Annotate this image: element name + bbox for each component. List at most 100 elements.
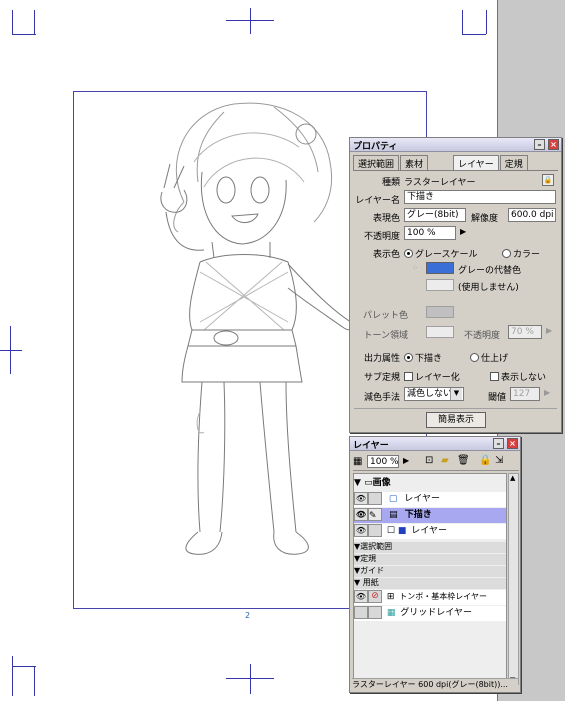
arrow-right-icon[interactable]: ▶ <box>403 456 409 465</box>
layers-toolbar: ▦ 100 % ▶ ⊡ ▰ 🗑 🔒 ⇲ <box>353 454 519 471</box>
layer-type-icon: ▢ <box>388 494 398 504</box>
output-finish-radio[interactable]: 仕上げ <box>470 351 508 364</box>
layers-titlebar[interactable]: レイヤー – × <box>350 437 520 451</box>
layer-row[interactable]: 👁 ⊘ ⊞ トンボ・基本枠レイヤー <box>354 590 506 605</box>
unused-swatch[interactable] <box>426 279 454 291</box>
sub-ruler-label: サブ定規 <box>363 373 400 383</box>
gray-substitute-swatch[interactable] <box>426 262 454 274</box>
crop-mark <box>250 8 251 34</box>
edit-slot[interactable] <box>368 524 382 537</box>
layerize-checkbox[interactable]: レイヤー化 <box>404 370 460 383</box>
no-edit-icon[interactable]: ⊘ <box>368 590 382 603</box>
tone-area-label: トーン領域 <box>363 331 408 341</box>
tone-opacity-input[interactable]: 70 % <box>508 325 542 339</box>
new-layer-icon[interactable]: ⊡ <box>425 455 433 466</box>
opacity-label: 不透明度 <box>363 232 400 242</box>
layer-list-scrollbar[interactable]: ▲ ▼ <box>508 473 519 685</box>
layer-type-icon: ▤ <box>389 510 398 520</box>
crop-mark <box>12 10 13 34</box>
tab-selection[interactable]: 選択範囲 <box>353 155 400 170</box>
reduce-select-value: 減色しない <box>407 389 453 399</box>
output-draft-radio[interactable]: 下描き <box>404 351 442 364</box>
layer-name: トンボ・基本枠レイヤー <box>399 592 488 601</box>
display-grayscale-label: グレースケール <box>415 250 478 260</box>
resolution-value[interactable]: 600.0 dpi <box>508 208 556 222</box>
hide-checkbox[interactable]: 表示しない <box>490 370 546 383</box>
section-paper-row[interactable]: ▼ 用紙 <box>354 578 506 589</box>
display-color-label: 表示色 <box>372 250 400 260</box>
properties-tabs: 選択範囲 素材 レイヤー 定規 <box>353 155 558 171</box>
display-grayscale-radio[interactable]: グレースケール <box>404 247 478 260</box>
threshold-input[interactable]: 127 <box>510 387 540 401</box>
folder-icon[interactable]: ▰ <box>441 455 449 466</box>
folder-image-row[interactable]: ▼ ▭画像 <box>354 476 506 491</box>
chevron-down-icon: ▼ <box>450 388 462 400</box>
reduce-select[interactable]: 減色しない ▼ <box>404 387 464 401</box>
close-icon[interactable]: × <box>507 438 518 449</box>
lock-icon[interactable]: 🔒 <box>542 174 554 186</box>
crop-mark <box>462 34 486 35</box>
minimize-icon[interactable]: – <box>534 139 545 150</box>
section-guide-row[interactable]: ▼ガイド <box>354 566 506 577</box>
hidden-eye-slot[interactable] <box>354 606 368 619</box>
chevron-up-icon[interactable]: ▲ <box>510 474 515 482</box>
tab-ruler[interactable]: 定規 <box>499 155 528 170</box>
layer-name: レイヤー <box>411 526 447 536</box>
grid-icon: ▦ <box>386 608 396 618</box>
display-color-option-label: カラー <box>513 250 541 260</box>
trash-icon[interactable]: 🗑 <box>457 455 470 466</box>
arrow-right-icon[interactable]: ▶ <box>544 388 550 397</box>
eye-icon[interactable]: 👁 <box>354 524 368 537</box>
layer-name: グリッドレイヤー <box>400 608 472 618</box>
expression-value[interactable]: グレー(8bit) <box>404 208 466 222</box>
layer-name: 下描き <box>404 510 432 520</box>
eye-icon[interactable]: 👁 <box>354 508 368 521</box>
crop-mark <box>0 350 22 351</box>
section-selection-row[interactable]: ▼選択範囲 <box>354 542 506 553</box>
layer-opacity-input[interactable]: 100 % <box>367 455 399 468</box>
section-ruler-row[interactable]: ▼定規 <box>354 554 506 565</box>
eye-icon[interactable]: 👁 <box>354 492 368 505</box>
opacity-input[interactable]: 100 % <box>404 226 456 240</box>
expression-label: 表現色 <box>372 214 400 224</box>
layers-status-bar: ラスターレイヤー 600 dpi(グレー(8bit))... <box>352 678 518 691</box>
output-finish-label: 仕上げ <box>481 354 509 364</box>
folder-icon: ▭ <box>364 478 373 488</box>
radio-icon <box>470 353 479 362</box>
simple-view-button[interactable]: 簡易表示 <box>426 412 486 428</box>
edit-slot[interactable] <box>368 606 382 619</box>
output-draft-label: 下描き <box>415 354 443 364</box>
display-color-radio[interactable]: カラー <box>502 247 540 260</box>
edit-slot[interactable] <box>368 492 382 505</box>
tab-layer[interactable]: レイヤー <box>453 155 499 170</box>
layer-row[interactable]: 👁 ☐ ■ レイヤー <box>354 524 506 539</box>
layer-name-input[interactable]: 下描き <box>404 190 556 204</box>
properties-titlebar[interactable]: プロパティ – × <box>350 138 561 152</box>
section-paper-label: 用紙 <box>362 578 379 587</box>
merge-icon[interactable]: ⇲ <box>495 455 503 466</box>
arrow-right-icon[interactable]: ▶ <box>460 227 466 236</box>
close-icon[interactable]: × <box>548 139 559 150</box>
arrow-right-icon[interactable]: ▶ <box>546 326 552 335</box>
layers-panel: レイヤー – × ▦ 100 % ▶ ⊡ ▰ 🗑 🔒 ⇲ ▼ ▭画像 👁 ▢ レ… <box>349 436 521 693</box>
minimize-icon[interactable]: – <box>493 438 504 449</box>
crop-mark <box>34 666 35 696</box>
layerize-label: レイヤー化 <box>415 373 460 383</box>
eye-icon[interactable]: 👁 <box>354 590 368 603</box>
output-label: 出力属性 <box>363 354 400 364</box>
properties-panel: プロパティ – × 選択範囲 素材 レイヤー 定規 種類 ラスターレイヤー 🔒 … <box>349 137 562 433</box>
crop-mark <box>10 326 11 374</box>
resolution-label: 解像度 <box>471 214 499 224</box>
layer-row-selected[interactable]: 👁 ✎ ▤ 下描き <box>354 508 506 523</box>
kind-value: ラスターレイヤー <box>404 178 476 188</box>
palette-swatch[interactable] <box>426 306 454 318</box>
lock-icon[interactable]: 🔒 <box>479 455 491 466</box>
tone-area-swatch[interactable] <box>426 326 454 338</box>
pen-icon[interactable]: ✎ <box>368 508 382 521</box>
layer-row[interactable]: ▦ グリッドレイヤー <box>354 606 506 621</box>
tab-material[interactable]: 素材 <box>400 155 429 170</box>
blend-mode-icon[interactable]: ▦ <box>353 456 362 467</box>
layer-row[interactable]: 👁 ▢ レイヤー <box>354 492 506 507</box>
gray-substitute-label: グレーの代替色 <box>458 266 522 276</box>
layers-title: レイヤー <box>353 441 389 451</box>
